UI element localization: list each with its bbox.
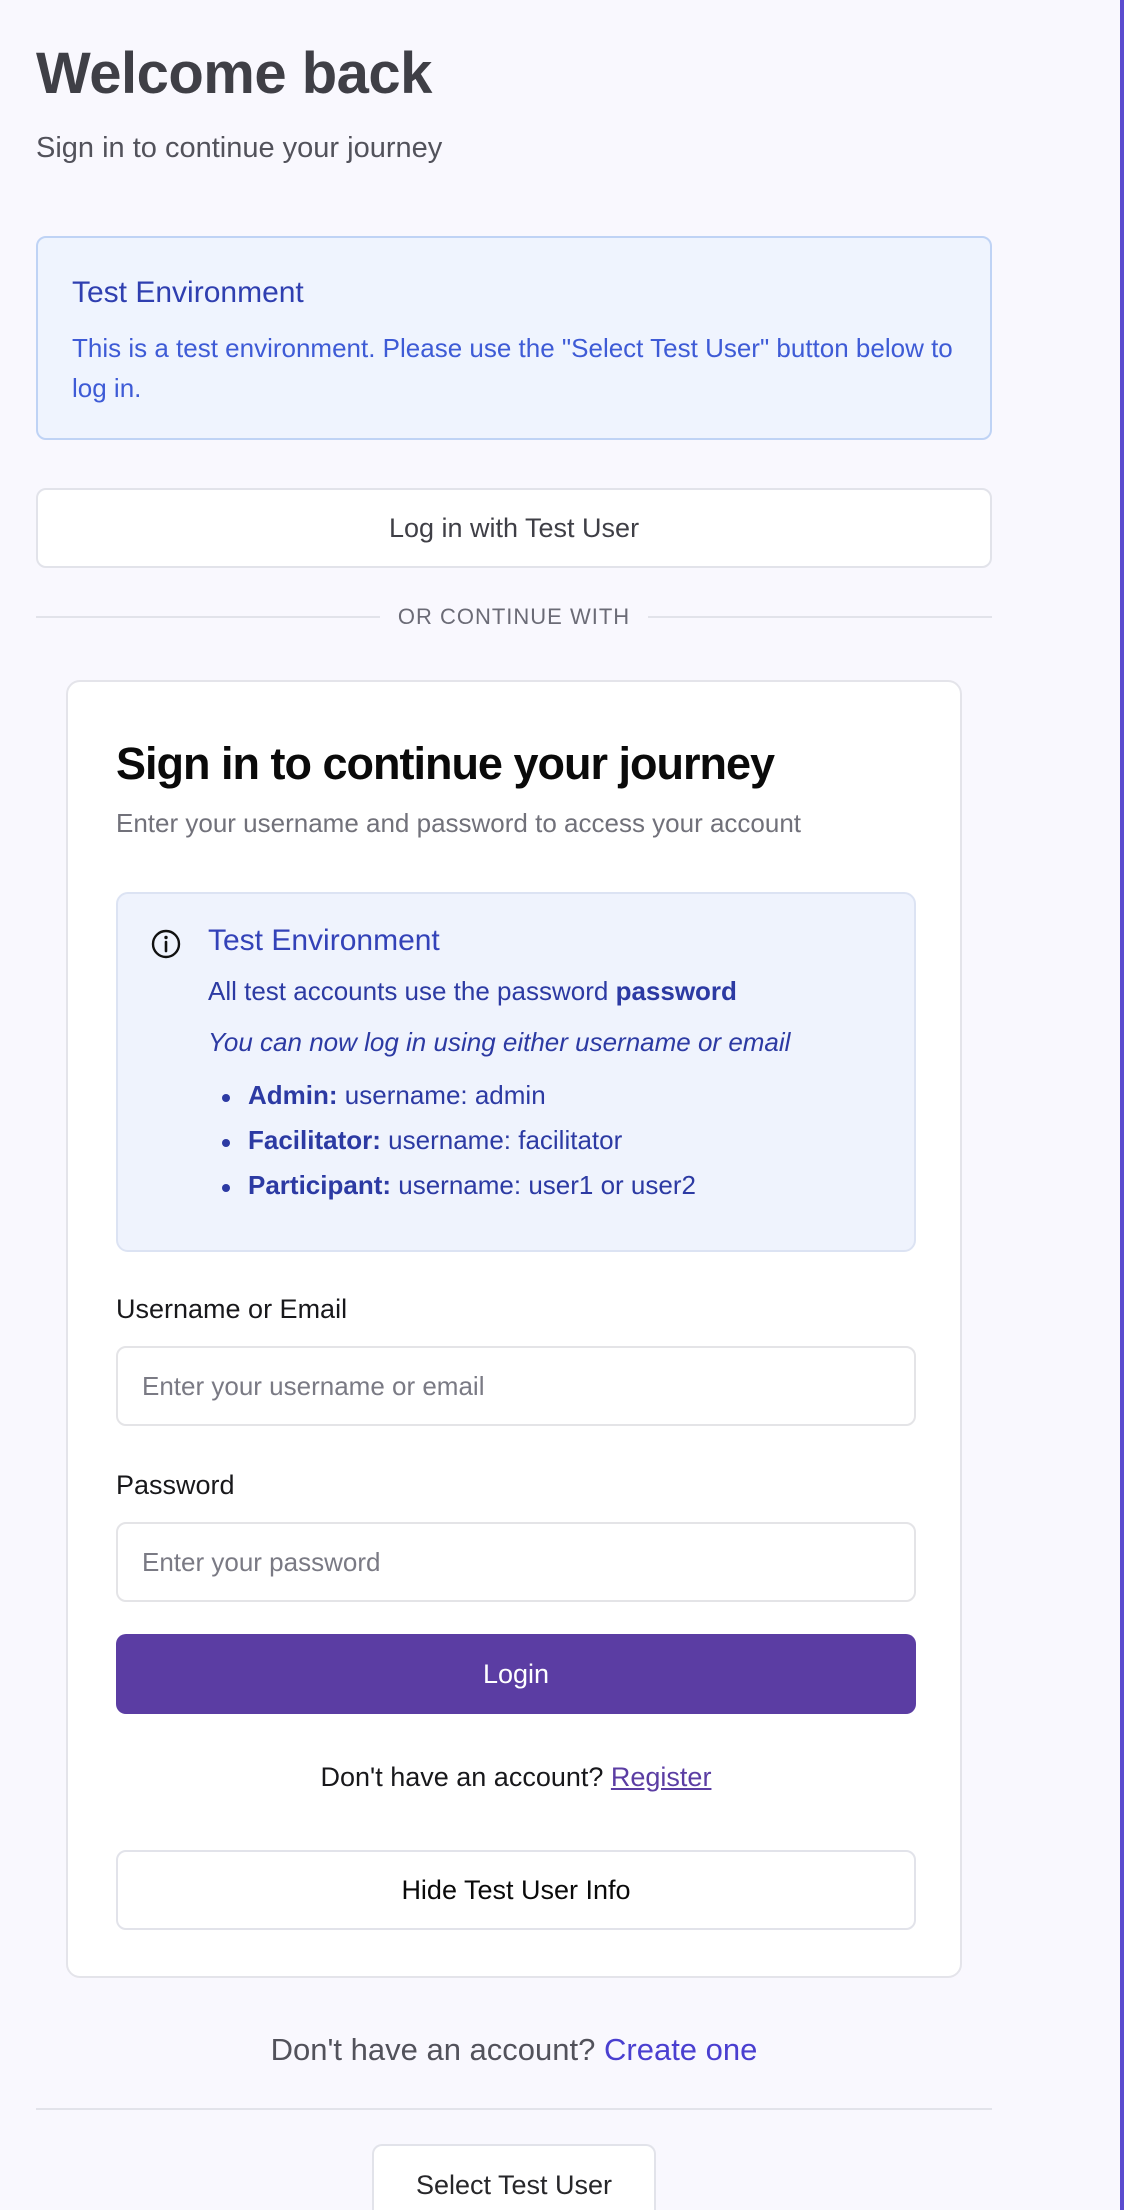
list-item: Admin: username: admin [222, 1080, 898, 1111]
banner-title: Test Environment [72, 276, 304, 309]
account-detail: username: admin [344, 1080, 546, 1110]
page-title: Welcome back [36, 41, 432, 106]
list-item: Facilitator: username: facilitator [222, 1125, 898, 1156]
info-circle-icon [151, 929, 181, 959]
account-detail: username: user1 or user2 [398, 1170, 696, 1200]
username-input[interactable] [116, 1346, 916, 1426]
footer-register-prompt: Don't have an account? Create one [36, 2032, 992, 2068]
card-title: Sign in to continue your journey [116, 738, 775, 789]
list-item: Participant: username: user1 or user2 [222, 1170, 898, 1201]
login-button[interactable]: Login [116, 1634, 916, 1714]
username-label: Username or Email [116, 1294, 348, 1324]
card-subtitle: Enter your username and password to acce… [116, 808, 802, 838]
password-label: Password [116, 1470, 235, 1500]
create-account-link[interactable]: Create one [604, 2032, 757, 2067]
login-with-test-user-button[interactable]: Log in with Test User [36, 488, 992, 568]
window-edge-accent [1120, 0, 1124, 2210]
account-detail: username: facilitator [388, 1125, 623, 1155]
page-subtitle: Sign in to continue your journey [36, 132, 443, 164]
register-prompt-text: Don't have an account? [320, 1762, 604, 1792]
password-hint-value: password [615, 976, 737, 1006]
banner-text: This is a test environment. Please use t… [72, 333, 953, 403]
account-role: Participant: [248, 1170, 392, 1200]
select-test-user-button[interactable]: Select Test User [372, 2144, 656, 2210]
hide-test-user-info-button[interactable]: Hide Test User Info [116, 1850, 916, 1930]
password-hint-prefix: All test accounts use the password [208, 976, 609, 1006]
sign-in-card: Sign in to continue your journey Enter y… [66, 680, 962, 1978]
test-environment-banner: Test Environment This is a test environm… [36, 236, 992, 440]
account-role: Admin: [248, 1080, 338, 1110]
password-hint: All test accounts use the password passw… [208, 976, 898, 1007]
register-link[interactable]: Register [611, 1762, 712, 1792]
account-role: Facilitator: [248, 1125, 381, 1155]
card-register-prompt: Don't have an account? Register [68, 1762, 964, 1793]
or-divider: OR CONTINUE WITH [36, 600, 992, 634]
login-method-note: You can now log in using either username… [208, 1027, 791, 1057]
footer-divider [36, 2108, 992, 2110]
info-content: Test Environment All test accounts use t… [208, 924, 898, 1215]
test-user-info-box: Test Environment All test accounts use t… [116, 892, 916, 1252]
info-title: Test Environment [208, 924, 440, 957]
footer-prompt-text: Don't have an account? [270, 2032, 596, 2067]
test-accounts-list: Admin: username: admin Facilitator: user… [208, 1080, 898, 1201]
password-input[interactable] [116, 1522, 916, 1602]
divider-label: OR CONTINUE WITH [380, 600, 648, 634]
